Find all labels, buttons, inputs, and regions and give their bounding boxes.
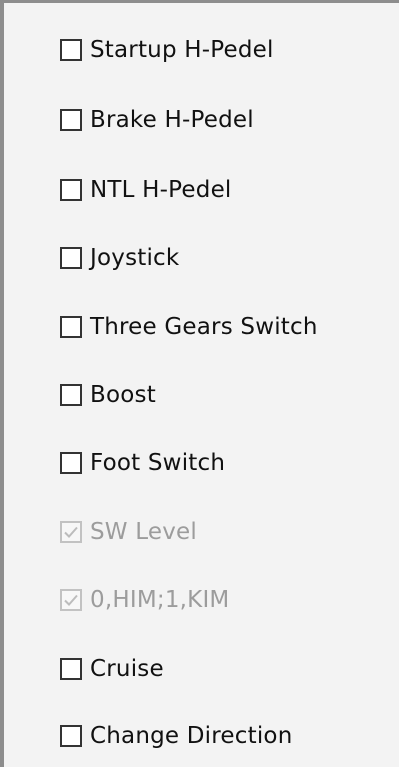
checkbox-label: Foot Switch [90,450,226,476]
checkbox-box [60,452,82,474]
checkbox-box [60,384,82,406]
checkbox-label: Change Direction [90,723,293,749]
him-kim-checkbox[interactable]: 0,HIM;1,KIM [60,582,229,618]
checkbox-box [60,247,82,269]
checkbox-box [60,316,82,338]
checkbox-box [60,725,82,747]
checkbox-label: Joystick [90,245,180,271]
checkbox-label: Boost [90,382,156,408]
checkbox-label: 0,HIM;1,KIM [90,587,230,613]
sw-level-checkbox[interactable]: SW Level [60,514,197,550]
options-panel: Startup H-Pedel Brake H-Pedel NTL H-Pede… [0,0,399,767]
panel-top-border [0,0,399,3]
boost-checkbox[interactable]: Boost [60,377,156,413]
change-direction-checkbox[interactable]: Change Direction [60,718,292,754]
checkbox-box [60,658,82,680]
check-icon [64,594,78,606]
checkbox-label: Startup H-Pedel [90,37,274,63]
joystick-checkbox[interactable]: Joystick [60,240,179,276]
ntl-h-pedel-checkbox[interactable]: NTL H-Pedel [60,172,232,208]
checkbox-label: Three Gears Switch [90,314,318,340]
checkbox-label: NTL H-Pedel [90,177,232,203]
checkbox-label: Cruise [90,656,164,682]
startup-h-pedel-checkbox[interactable]: Startup H-Pedel [60,32,274,68]
checkbox-box [60,39,82,61]
check-icon [64,526,78,538]
checkbox-label: Brake H-Pedel [90,107,254,133]
three-gears-switch-checkbox[interactable]: Three Gears Switch [60,309,318,345]
checkbox-box [60,521,82,543]
checkbox-box [60,109,82,131]
brake-h-pedel-checkbox[interactable]: Brake H-Pedel [60,102,254,138]
foot-switch-checkbox[interactable]: Foot Switch [60,445,225,481]
cruise-checkbox[interactable]: Cruise [60,651,164,687]
panel-left-border [0,0,4,767]
checkbox-box [60,179,82,201]
checkbox-label: SW Level [90,519,197,545]
checkbox-box [60,589,82,611]
